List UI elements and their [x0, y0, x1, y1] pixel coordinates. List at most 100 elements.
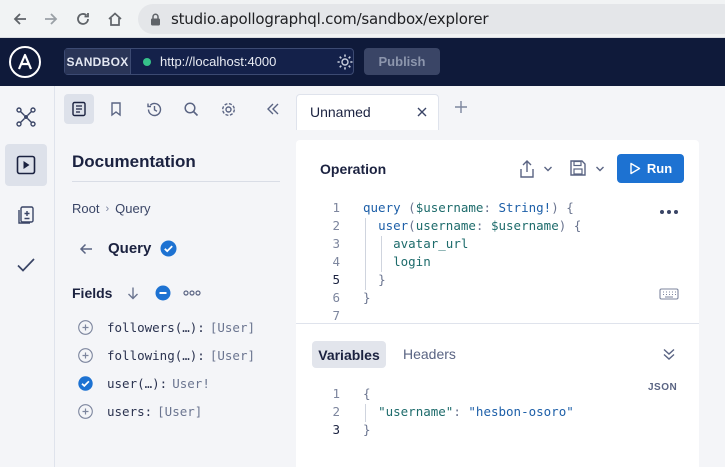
add-field-plus-icon[interactable]	[78, 348, 93, 363]
keyboard-icon[interactable]	[659, 288, 679, 300]
play-icon	[630, 162, 641, 175]
line-number: 1	[332, 386, 340, 401]
run-button[interactable]: Run	[617, 154, 684, 183]
save-floppy-icon[interactable]	[569, 159, 587, 177]
add-field-plus-icon[interactable]	[78, 320, 93, 335]
more-options-icon[interactable]	[659, 209, 679, 215]
endpoint-url: http://localhost:4000	[160, 54, 277, 69]
tab-unnamed[interactable]: Unnamed	[296, 94, 439, 130]
line-number: 2	[332, 218, 340, 233]
settings-gear-icon[interactable]	[213, 94, 243, 124]
browser-toolbar: studio.apollographql.com/sandbox/explore…	[0, 0, 725, 38]
field-type[interactable]: [User]	[210, 320, 255, 335]
fields-header: Fields	[72, 285, 202, 301]
close-tab-icon[interactable]	[415, 105, 429, 119]
tab-variables[interactable]: Variables	[312, 341, 386, 368]
code-line: 2 "username": "hesbon-osoro"	[296, 404, 573, 422]
explorer-play-icon[interactable]	[5, 144, 47, 186]
code-text: }	[378, 272, 386, 287]
line-number: 3	[332, 236, 340, 251]
code-text: query ($username: String!) {	[363, 200, 574, 215]
run-label: Run	[646, 161, 673, 176]
code-text: }	[363, 422, 371, 437]
url-text: studio.apollographql.com/sandbox/explore…	[171, 10, 489, 28]
indent-guide	[365, 404, 366, 422]
line-number: 4	[332, 254, 340, 269]
field-type[interactable]: [User]	[210, 348, 255, 363]
schema-graph-icon[interactable]	[5, 96, 47, 138]
apollo-logo-icon[interactable]	[9, 46, 41, 78]
section-divider	[296, 323, 699, 324]
collapse-chevrons-icon[interactable]	[662, 347, 676, 361]
line-number: 2	[332, 404, 340, 419]
history-icon[interactable]	[139, 94, 169, 124]
code-text: avatar_url	[393, 236, 469, 251]
code-line: 1 {	[296, 386, 370, 404]
line-number: 3	[332, 422, 340, 437]
code-line: 3 avatar_url	[296, 236, 468, 254]
search-icon[interactable]	[176, 94, 206, 124]
tab-headers[interactable]: Headers	[403, 346, 456, 362]
share-icon[interactable]	[518, 159, 536, 179]
code-line: 2 user(username: $username) {	[296, 218, 581, 236]
operation-title: Operation	[320, 161, 387, 177]
variable-value: "hesbon-osoro"	[468, 404, 574, 419]
operation-editor: Operation Run 1 query ($username: String…	[296, 140, 699, 467]
breadcrumb-separator-icon: ›	[105, 202, 110, 215]
divider	[72, 181, 280, 182]
save-chevron-down-icon[interactable]	[595, 165, 605, 173]
remove-all-circle-icon[interactable]	[155, 285, 171, 301]
forward-arrow-icon[interactable]	[39, 7, 63, 31]
endpoint-selector[interactable]: SANDBOX http://localhost:4000	[64, 48, 354, 75]
home-icon[interactable]	[103, 7, 127, 31]
field-name: user(…):	[107, 376, 168, 391]
selected-check-circle-icon[interactable]	[78, 376, 93, 391]
line-number: 5	[332, 272, 340, 287]
line-number: 6	[332, 290, 340, 305]
breadcrumb-root[interactable]: Root	[72, 201, 99, 216]
schema-changes-icon[interactable]	[5, 194, 47, 236]
field-following[interactable]: following(…): [User]	[78, 348, 255, 363]
left-rail	[0, 86, 55, 467]
code-line: 5 }	[296, 272, 385, 290]
field-followers[interactable]: followers(…): [User]	[78, 320, 255, 335]
add-field-plus-icon[interactable]	[78, 404, 93, 419]
field-name: users:	[107, 404, 153, 419]
publish-button[interactable]: Publish	[364, 48, 440, 75]
query-header: Query	[78, 240, 177, 257]
connection-settings-gear-icon[interactable]	[335, 52, 355, 77]
field-users[interactable]: users: [User]	[78, 404, 202, 419]
code-text: {	[363, 386, 371, 401]
field-name: followers(…):	[107, 320, 205, 335]
field-name: following(…):	[107, 348, 205, 363]
field-type[interactable]: User!	[172, 376, 210, 391]
back-arrow-icon[interactable]	[8, 7, 32, 31]
code-text: }	[363, 290, 371, 305]
documentation-panel: Documentation Root › Query Query Fields …	[56, 86, 294, 467]
status-dot	[143, 58, 151, 66]
check-circle-icon	[160, 240, 177, 257]
bookmark-icon[interactable]	[101, 94, 131, 124]
code-line: 4 login	[296, 254, 430, 272]
code-text: login	[393, 254, 431, 269]
breadcrumb-query[interactable]: Query	[115, 201, 150, 216]
query-type-name: Query	[108, 240, 152, 257]
checks-icon[interactable]	[5, 244, 47, 286]
reload-icon[interactable]	[71, 7, 95, 31]
variable-key: "username"	[378, 404, 454, 419]
documentation-icon[interactable]	[64, 94, 94, 124]
sort-arrow-down-icon[interactable]	[126, 286, 140, 300]
more-options-icon[interactable]	[183, 290, 202, 296]
breadcrumb: Root › Query	[72, 201, 151, 216]
line-number: 1	[332, 200, 340, 215]
new-tab-plus-icon[interactable]	[454, 100, 468, 114]
field-user[interactable]: user(…): User!	[78, 376, 210, 391]
code-line: 6 }	[296, 290, 370, 308]
share-chevron-down-icon[interactable]	[543, 165, 553, 173]
collapse-panel-icon[interactable]	[258, 94, 288, 124]
fields-label: Fields	[72, 285, 113, 301]
back-arrow-icon[interactable]	[78, 241, 94, 257]
field-type[interactable]: [User]	[157, 404, 202, 419]
address-bar[interactable]: studio.apollographql.com/sandbox/explore…	[138, 4, 725, 34]
json-format-label: JSON	[648, 382, 678, 393]
